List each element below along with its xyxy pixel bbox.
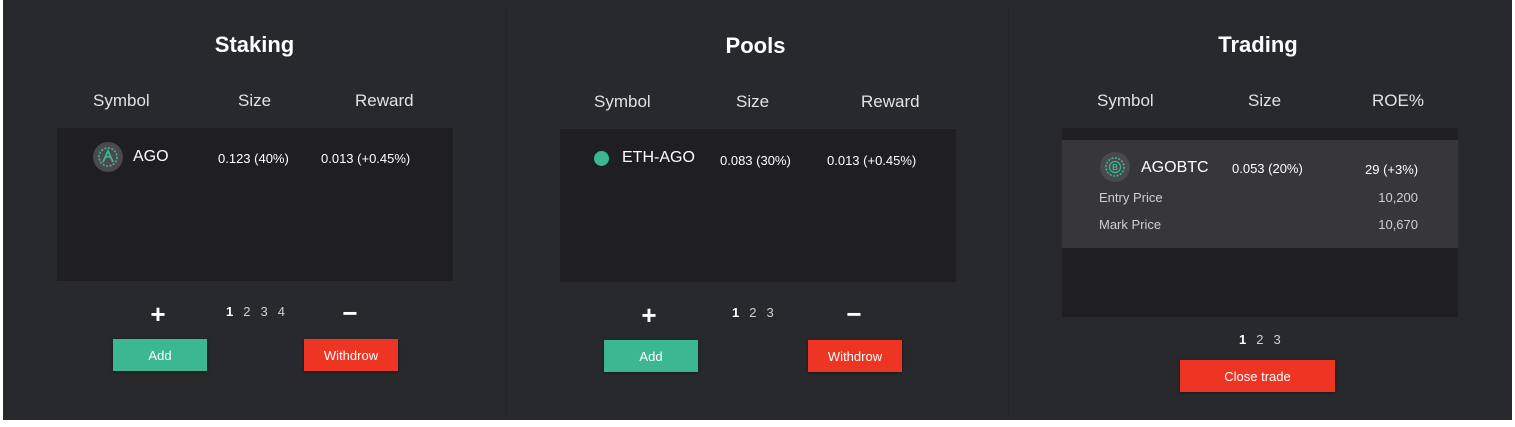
trading-table: B AGOBTC 0.053 (20%) 29 (+3%) Entry Pric… — [1062, 128, 1458, 317]
trading-page-2[interactable]: 2 — [1256, 332, 1263, 347]
staking-remove-icon[interactable]: − — [335, 300, 365, 326]
green-dot-icon — [594, 151, 609, 166]
pools-header-size: Size — [736, 92, 770, 111]
staking-page-1[interactable]: 1 — [226, 304, 233, 319]
staking-header-size: Size — [238, 91, 272, 110]
pools-remove-icon[interactable]: − — [839, 301, 869, 327]
trading-row-symbol: AGOBTC — [1141, 159, 1209, 176]
staking-page-4[interactable]: 4 — [278, 304, 285, 319]
staking-header-reward: Reward — [355, 91, 414, 110]
pools-row-reward: 0.013 (+0.45%) — [827, 153, 917, 168]
mark-price-label: Mark Price — [1099, 217, 1162, 232]
staking-panel: Staking Symbol Size Reward AGO 0.123 (40… — [3, 0, 506, 420]
trading-header-symbol: Symbol — [1097, 91, 1154, 110]
pools-add-icon[interactable]: + — [634, 302, 664, 328]
staking-row-symbol: AGO — [133, 148, 169, 165]
pools-header-symbol: Symbol — [594, 92, 651, 111]
trading-header-roe: ROE% — [1372, 91, 1424, 110]
pools-row-symbol: ETH-AGO — [622, 149, 695, 166]
trading-pagination: 1 2 3 — [1239, 332, 1281, 347]
trading-row-roe: 29 (+3%) — [1365, 162, 1419, 177]
trading-page-3[interactable]: 3 — [1273, 332, 1280, 347]
mark-price-value: 10,670 — [1378, 217, 1418, 232]
trading-title: Trading — [1218, 32, 1298, 57]
staking-withdraw-button[interactable]: Withdrow — [304, 339, 398, 371]
staking-pagination: 1 2 3 4 — [226, 304, 285, 319]
close-trade-button[interactable]: Close trade — [1180, 360, 1335, 392]
ago-coin-icon — [93, 142, 123, 172]
pools-page-2[interactable]: 2 — [749, 305, 756, 320]
pools-panel: Pools Symbol Size Reward ETH-AGO 0.083 (… — [507, 0, 1007, 420]
pools-page-3[interactable]: 3 — [766, 305, 773, 320]
pools-add-button[interactable]: Add — [604, 340, 698, 372]
pools-header-reward: Reward — [861, 92, 920, 111]
pools-pagination: 1 2 3 — [732, 305, 774, 320]
entry-price-label: Entry Price — [1099, 190, 1163, 205]
staking-add-icon[interactable]: + — [143, 301, 173, 327]
pools-row-size: 0.083 (30%) — [720, 153, 791, 168]
trading-header-size: Size — [1248, 91, 1282, 110]
staking-add-button[interactable]: Add — [113, 339, 207, 371]
pools-withdraw-button[interactable]: Withdrow — [808, 340, 902, 372]
trading-row-highlight[interactable]: B AGOBTC 0.053 (20%) 29 (+3%) Entry Pric… — [1062, 140, 1458, 248]
pools-title: Pools — [725, 33, 786, 58]
staking-page-3[interactable]: 3 — [260, 304, 267, 319]
svg-text:B: B — [1112, 163, 1118, 172]
pools-page-1[interactable]: 1 — [732, 305, 739, 320]
staking-table: AGO 0.123 (40%) 0.013 (+0.45%) — [57, 128, 453, 281]
staking-header-symbol: Symbol — [93, 91, 150, 110]
bitcoin-coin-icon: B — [1100, 152, 1130, 182]
entry-price-value: 10,200 — [1378, 190, 1418, 205]
trading-row-size: 0.053 (20%) — [1232, 161, 1303, 176]
dashboard-frame: Staking Symbol Size Reward AGO 0.123 (40… — [3, 0, 1512, 420]
pools-table: ETH-AGO 0.083 (30%) 0.013 (+0.45%) — [560, 129, 956, 282]
staking-title: Staking — [214, 32, 295, 57]
staking-row-size: 0.123 (40%) — [218, 151, 289, 166]
staking-page-2[interactable]: 2 — [243, 304, 250, 319]
trading-page-1[interactable]: 1 — [1239, 332, 1246, 347]
trading-panel: Trading Symbol Size ROE% B AGOBTC 0.053 … — [1009, 0, 1512, 420]
staking-row-reward: 0.013 (+0.45%) — [321, 151, 411, 166]
